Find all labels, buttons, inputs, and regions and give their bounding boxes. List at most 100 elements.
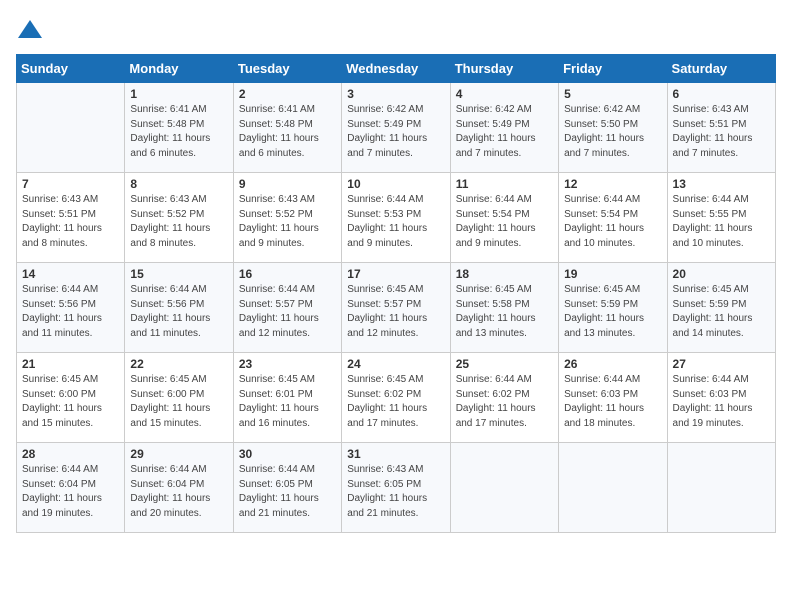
- day-cell: 30 Sunrise: 6:44 AMSunset: 6:05 PMDayligh…: [233, 443, 341, 533]
- day-number: 1: [130, 87, 227, 101]
- day-info: Sunrise: 6:45 AMSunset: 6:02 PMDaylight:…: [347, 373, 444, 431]
- header-row: SundayMondayTuesdayWednesdayThursdayFrid…: [17, 55, 776, 83]
- day-info: Sunrise: 6:44 AMSunset: 5:55 PMDaylight:…: [673, 193, 770, 251]
- day-info: Sunrise: 6:44 AMSunset: 6:02 PMDaylight:…: [456, 373, 553, 431]
- day-number: 21: [22, 357, 119, 371]
- day-info: Sunrise: 6:44 AMSunset: 5:57 PMDaylight:…: [239, 283, 336, 341]
- day-cell: 3Sunrise: 6:42 AMSunset: 5:49 PMDaylight…: [342, 83, 450, 173]
- day-cell: 2Sunrise: 6:41 AMSunset: 5:48 PMDaylight…: [233, 83, 341, 173]
- header-tuesday: Tuesday: [233, 55, 341, 83]
- day-number: 16: [239, 267, 336, 281]
- day-cell: 13 Sunrise: 6:44 AMSunset: 5:55 PMDayligh…: [667, 173, 775, 263]
- day-cell: [17, 83, 125, 173]
- day-info: Sunrise: 6:44 AMSunset: 5:56 PMDaylight:…: [22, 283, 119, 341]
- day-info: Sunrise: 6:43 AMSunset: 5:51 PMDaylight:…: [673, 103, 770, 161]
- header-thursday: Thursday: [450, 55, 558, 83]
- day-number: 8: [130, 177, 227, 191]
- day-cell: 5 Sunrise: 6:42 AMSunset: 5:50 PMDaylight…: [559, 83, 667, 173]
- day-info: Sunrise: 6:45 AMSunset: 6:00 PMDaylight:…: [130, 373, 227, 431]
- day-number: 7: [22, 177, 119, 191]
- week-row-2: 7 Sunrise: 6:43 AMSunset: 5:51 PMDaylight…: [17, 173, 776, 263]
- day-cell: 10 Sunrise: 6:44 AMSunset: 5:53 PMDayligh…: [342, 173, 450, 263]
- day-number: 19: [564, 267, 661, 281]
- week-row-5: 28Sunrise: 6:44 AMSunset: 6:04 PMDayligh…: [17, 443, 776, 533]
- day-cell: 20 Sunrise: 6:45 AMSunset: 5:59 PMDayligh…: [667, 263, 775, 353]
- day-cell: 16 Sunrise: 6:44 AMSunset: 5:57 PMDayligh…: [233, 263, 341, 353]
- day-cell: 21 Sunrise: 6:45 AMSunset: 6:00 PMDayligh…: [17, 353, 125, 443]
- day-number: 3: [347, 87, 444, 101]
- header-monday: Monday: [125, 55, 233, 83]
- day-info: Sunrise: 6:43 AMSunset: 6:05 PMDaylight:…: [347, 463, 444, 521]
- day-cell: 15Sunrise: 6:44 AMSunset: 5:56 PMDayligh…: [125, 263, 233, 353]
- header-friday: Friday: [559, 55, 667, 83]
- day-cell: [450, 443, 558, 533]
- day-info: Sunrise: 6:44 AMSunset: 6:03 PMDaylight:…: [564, 373, 661, 431]
- day-cell: 28Sunrise: 6:44 AMSunset: 6:04 PMDayligh…: [17, 443, 125, 533]
- header-saturday: Saturday: [667, 55, 775, 83]
- day-number: 18: [456, 267, 553, 281]
- day-info: Sunrise: 6:45 AMSunset: 5:57 PMDaylight:…: [347, 283, 444, 341]
- day-cell: 29Sunrise: 6:44 AMSunset: 6:04 PMDayligh…: [125, 443, 233, 533]
- header-sunday: Sunday: [17, 55, 125, 83]
- day-number: 6: [673, 87, 770, 101]
- day-info: Sunrise: 6:41 AMSunset: 5:48 PMDaylight:…: [130, 103, 227, 161]
- day-info: Sunrise: 6:44 AMSunset: 6:05 PMDaylight:…: [239, 463, 336, 521]
- day-cell: 4 Sunrise: 6:42 AMSunset: 5:49 PMDaylight…: [450, 83, 558, 173]
- day-cell: [667, 443, 775, 533]
- day-cell: 31Sunrise: 6:43 AMSunset: 6:05 PMDayligh…: [342, 443, 450, 533]
- day-cell: 7 Sunrise: 6:43 AMSunset: 5:51 PMDaylight…: [17, 173, 125, 263]
- day-info: Sunrise: 6:45 AMSunset: 6:01 PMDaylight:…: [239, 373, 336, 431]
- day-number: 10: [347, 177, 444, 191]
- day-info: Sunrise: 6:45 AMSunset: 5:59 PMDaylight:…: [564, 283, 661, 341]
- day-number: 5: [564, 87, 661, 101]
- day-number: 2: [239, 87, 336, 101]
- day-info: Sunrise: 6:43 AMSunset: 5:52 PMDaylight:…: [130, 193, 227, 251]
- day-number: 20: [673, 267, 770, 281]
- day-number: 14: [22, 267, 119, 281]
- day-number: 28: [22, 447, 119, 461]
- day-info: Sunrise: 6:43 AMSunset: 5:52 PMDaylight:…: [239, 193, 336, 251]
- day-number: 26: [564, 357, 661, 371]
- day-info: Sunrise: 6:44 AMSunset: 6:03 PMDaylight:…: [673, 373, 770, 431]
- week-row-3: 14 Sunrise: 6:44 AMSunset: 5:56 PMDayligh…: [17, 263, 776, 353]
- day-info: Sunrise: 6:43 AMSunset: 5:51 PMDaylight:…: [22, 193, 119, 251]
- week-row-4: 21 Sunrise: 6:45 AMSunset: 6:00 PMDayligh…: [17, 353, 776, 443]
- day-cell: 17 Sunrise: 6:45 AMSunset: 5:57 PMDayligh…: [342, 263, 450, 353]
- day-info: Sunrise: 6:45 AMSunset: 5:59 PMDaylight:…: [673, 283, 770, 341]
- day-cell: 19 Sunrise: 6:45 AMSunset: 5:59 PMDayligh…: [559, 263, 667, 353]
- calendar-table: SundayMondayTuesdayWednesdayThursdayFrid…: [16, 54, 776, 533]
- day-info: Sunrise: 6:44 AMSunset: 5:54 PMDaylight:…: [564, 193, 661, 251]
- day-number: 9: [239, 177, 336, 191]
- day-number: 22: [130, 357, 227, 371]
- day-cell: 1 Sunrise: 6:41 AMSunset: 5:48 PMDaylight…: [125, 83, 233, 173]
- day-cell: 8 Sunrise: 6:43 AMSunset: 5:52 PMDaylight…: [125, 173, 233, 263]
- day-number: 17: [347, 267, 444, 281]
- day-cell: 25 Sunrise: 6:44 AMSunset: 6:02 PMDayligh…: [450, 353, 558, 443]
- day-info: Sunrise: 6:44 AMSunset: 5:53 PMDaylight:…: [347, 193, 444, 251]
- day-info: Sunrise: 6:44 AMSunset: 5:56 PMDaylight:…: [130, 283, 227, 341]
- day-number: 11: [456, 177, 553, 191]
- day-cell: 27Sunrise: 6:44 AMSunset: 6:03 PMDayligh…: [667, 353, 775, 443]
- day-info: Sunrise: 6:42 AMSunset: 5:50 PMDaylight:…: [564, 103, 661, 161]
- day-number: 30: [239, 447, 336, 461]
- day-number: 12: [564, 177, 661, 191]
- day-cell: [559, 443, 667, 533]
- day-number: 4: [456, 87, 553, 101]
- week-row-1: 1 Sunrise: 6:41 AMSunset: 5:48 PMDaylight…: [17, 83, 776, 173]
- day-info: Sunrise: 6:45 AMSunset: 5:58 PMDaylight:…: [456, 283, 553, 341]
- day-info: Sunrise: 6:45 AMSunset: 6:00 PMDaylight:…: [22, 373, 119, 431]
- day-cell: 12 Sunrise: 6:44 AMSunset: 5:54 PMDayligh…: [559, 173, 667, 263]
- day-info: Sunrise: 6:44 AMSunset: 5:54 PMDaylight:…: [456, 193, 553, 251]
- day-number: 13: [673, 177, 770, 191]
- day-number: 24: [347, 357, 444, 371]
- day-cell: 9 Sunrise: 6:43 AMSunset: 5:52 PMDaylight…: [233, 173, 341, 263]
- page-header: [16, 16, 776, 44]
- day-number: 25: [456, 357, 553, 371]
- day-cell: 22 Sunrise: 6:45 AMSunset: 6:00 PMDayligh…: [125, 353, 233, 443]
- day-info: Sunrise: 6:42 AMSunset: 5:49 PMDaylight:…: [456, 103, 553, 161]
- day-cell: 24 Sunrise: 6:45 AMSunset: 6:02 PMDayligh…: [342, 353, 450, 443]
- day-number: 23: [239, 357, 336, 371]
- logo: [16, 16, 48, 44]
- day-number: 29: [130, 447, 227, 461]
- day-cell: 26 Sunrise: 6:44 AMSunset: 6:03 PMDayligh…: [559, 353, 667, 443]
